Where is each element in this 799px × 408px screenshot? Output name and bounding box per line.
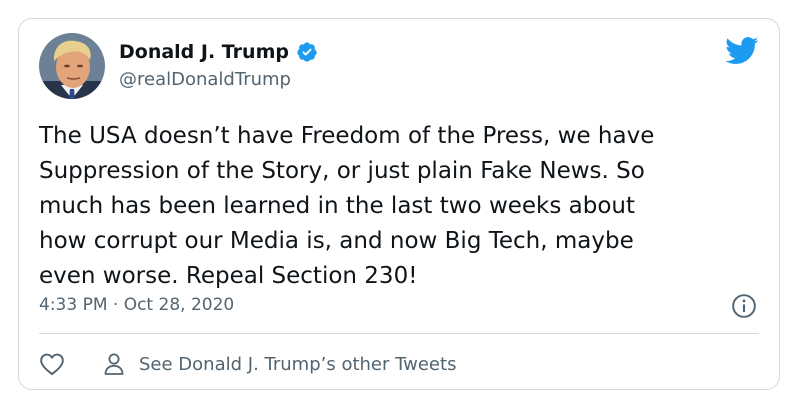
like-button[interactable] [39,352,103,376]
tweet-card[interactable]: Donald J. Trump @realDonaldTrump The USA… [18,18,780,390]
author-handle[interactable]: @realDonaldTrump [119,69,291,90]
other-tweets-link[interactable]: See Donald J. Trump’s other Tweets [103,352,456,376]
tweet-footer: See Donald J. Trump’s other Tweets [39,349,456,379]
person-icon [104,353,124,375]
avatar[interactable] [39,33,105,99]
twitter-bird-icon[interactable] [725,37,759,65]
divider [39,333,759,334]
verified-badge-icon [297,42,317,62]
author-name-row[interactable]: Donald J. Trump [119,41,318,63]
author-display-name[interactable]: Donald J. Trump [119,41,289,63]
info-icon[interactable] [731,293,757,319]
heart-icon [40,353,64,376]
tweet-text: The USA doesn’t have Freedom of the Pres… [39,123,655,289]
tweet-timestamp[interactable]: 4:33 PM · Oct 28, 2020 [39,295,234,315]
other-tweets-label[interactable]: See Donald J. Trump’s other Tweets [139,354,456,375]
avatar-photo [39,33,105,99]
